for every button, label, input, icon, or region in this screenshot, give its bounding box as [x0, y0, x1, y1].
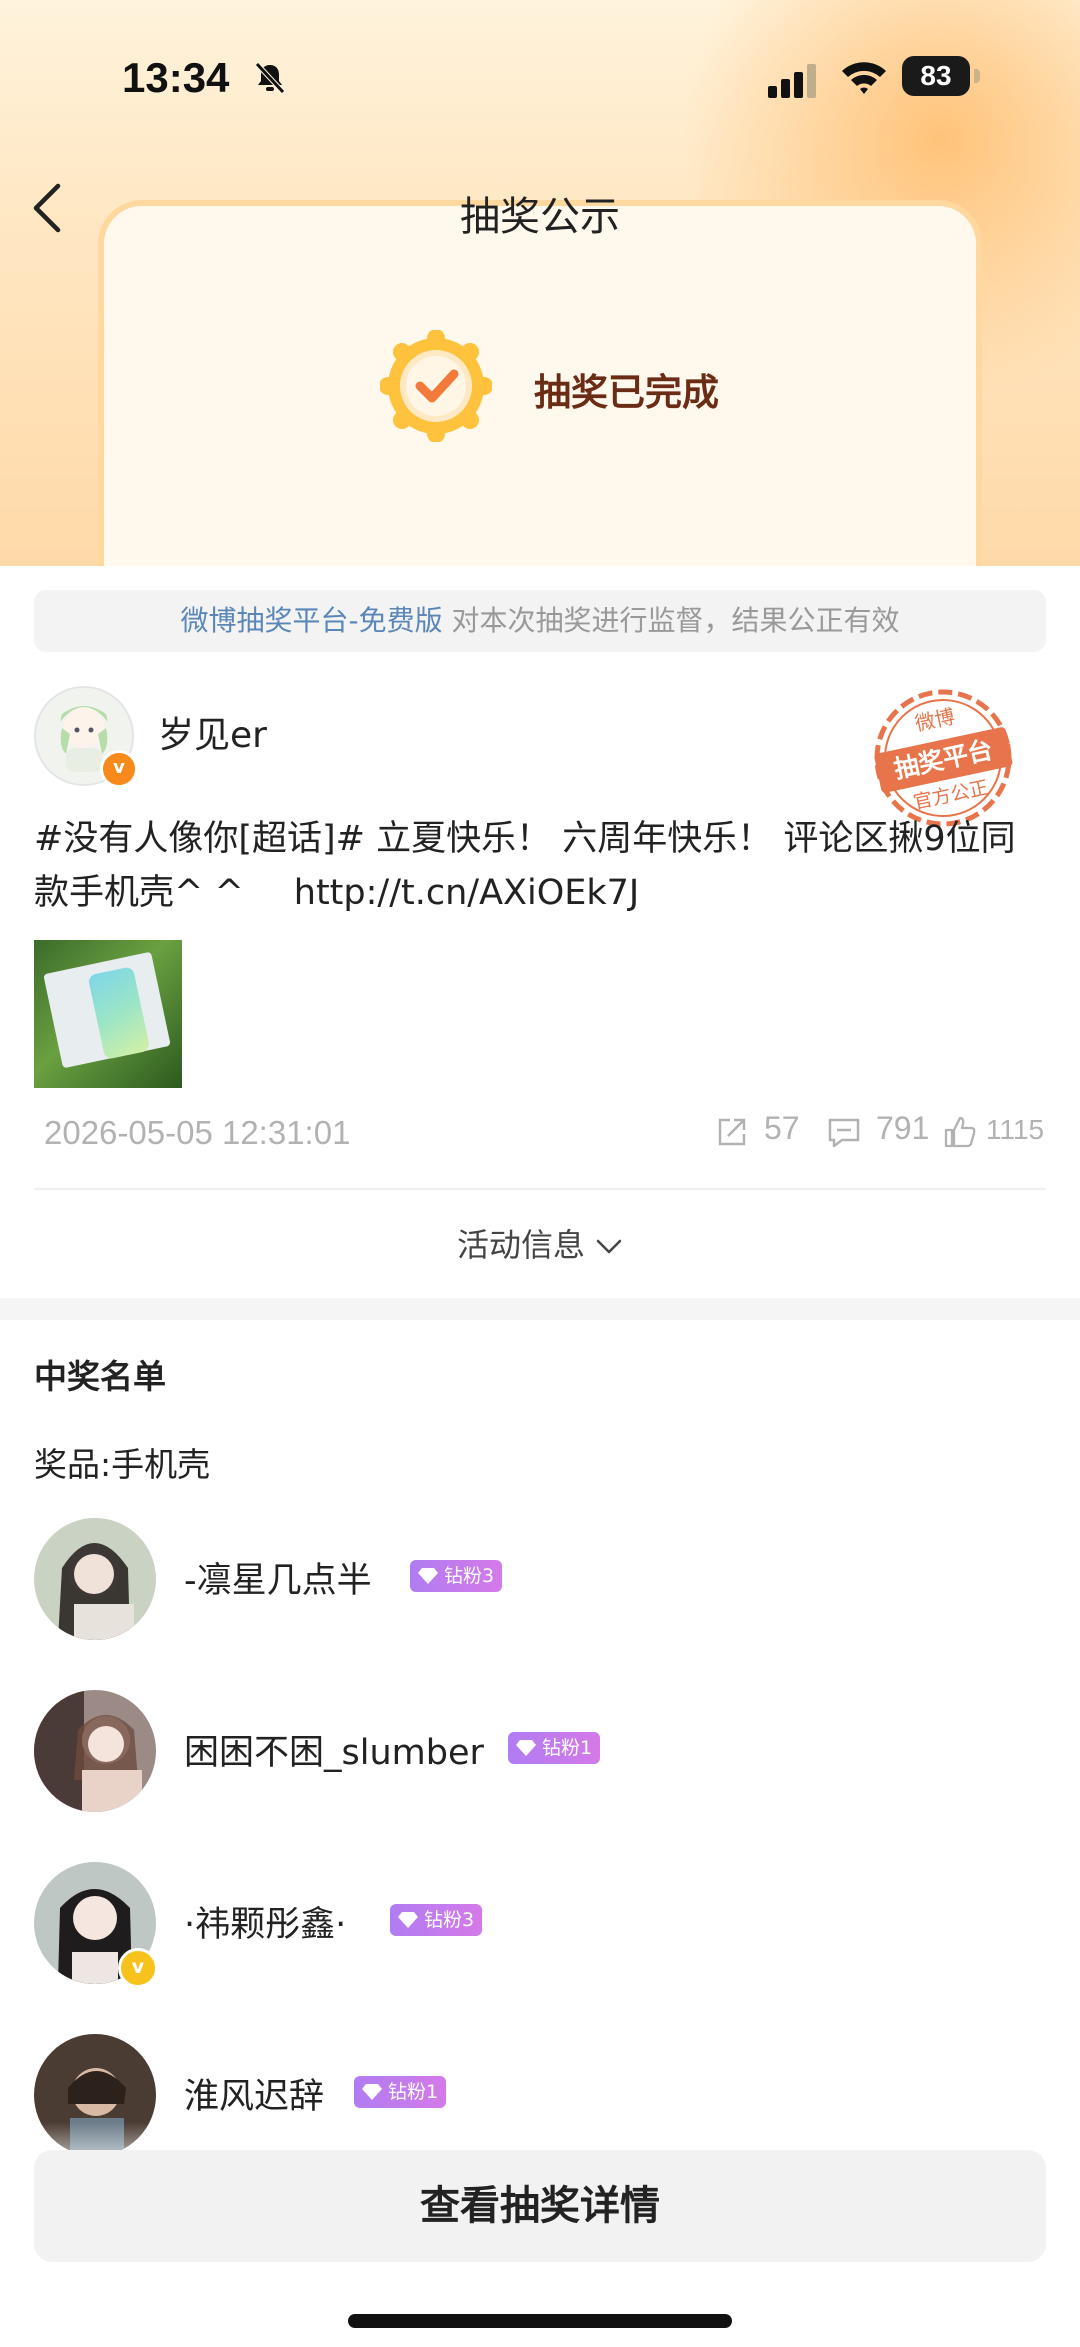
- like-count: 1115: [986, 1114, 1045, 1145]
- diamond-icon: [418, 1568, 438, 1584]
- winners-title: 中奖名单: [34, 1357, 166, 1396]
- cellular-signal-icon: [768, 64, 816, 98]
- verified-badge-icon: v: [100, 750, 138, 788]
- comment-icon[interactable]: [826, 1114, 862, 1150]
- status-time: 13:34: [122, 54, 230, 101]
- fan-level-label: 钻粉1: [388, 2081, 439, 2103]
- share-icon[interactable]: [714, 1114, 750, 1150]
- fan-level-badge: 钻粉1: [508, 1732, 601, 1764]
- winner-avatar[interactable]: [34, 1690, 156, 1812]
- status-bar: 13:34 83: [0, 40, 1080, 120]
- wifi-icon: [842, 62, 886, 94]
- winner-avatar[interactable]: [34, 1518, 156, 1640]
- winner-name[interactable]: 淮风迟辞: [184, 2068, 324, 2119]
- winner-name[interactable]: ·祎颗彤鑫·: [184, 1896, 346, 1947]
- winner-row[interactable]: v ·祎颗彤鑫· 钻粉3: [0, 1862, 1080, 1988]
- chevron-down-icon: [596, 1239, 622, 1254]
- winner-name[interactable]: -凛星几点半: [184, 1552, 372, 1603]
- diamond-icon: [398, 1912, 418, 1928]
- battery-cap: [974, 69, 980, 83]
- post-image-thumbnail[interactable]: [34, 940, 182, 1088]
- verified-badge-icon: v: [118, 1948, 158, 1988]
- share-count: 57: [764, 1110, 800, 1146]
- comment-count: 791: [876, 1110, 930, 1146]
- battery-level: 83: [902, 56, 970, 96]
- fan-level-label: 钻粉3: [444, 1565, 495, 1587]
- page-title: 抽奖公示: [460, 194, 620, 240]
- platform-notice: 微博抽奖平台-免费版 对本次抽奖进行监督，结果公正有效: [34, 590, 1046, 652]
- post-text-line2: 款手机壳^ ^ http://t.cn/AXiOEk7J: [34, 866, 1050, 920]
- post-text-main: 款手机壳^ ^: [34, 873, 244, 913]
- fan-level-label: 钻粉1: [542, 1737, 593, 1759]
- view-lottery-details-button[interactable]: 查看抽奖详情: [34, 2150, 1046, 2262]
- prize-label: 奖品:手机壳: [34, 1445, 211, 1484]
- checkmark-medal-icon: [380, 330, 492, 442]
- stamp-line1: 微博: [913, 704, 957, 736]
- section-gap: [0, 1298, 1080, 1320]
- post-text-line1: #没有人像你[超话]# 立夏快乐！ 六周年快乐！ 评论区揪9位同: [34, 819, 1016, 859]
- winner-row[interactable]: 困困不困_slumber 钻粉1: [0, 1690, 1080, 1816]
- fan-level-label: 钻粉3: [424, 1909, 475, 1931]
- content-sheet: 微博抽奖平台-免费版 对本次抽奖进行监督，结果公正有效 v 岁见er 微博 抽奖…: [0, 566, 1080, 2347]
- diamond-icon: [362, 2084, 382, 2100]
- home-indicator[interactable]: [348, 2314, 732, 2328]
- nav-bar: 抽奖公示: [0, 170, 1080, 246]
- post-link[interactable]: http://t.cn/AXiOEk7J: [294, 873, 639, 913]
- winner-row[interactable]: -凛星几点半 钻粉3: [0, 1518, 1080, 1644]
- fan-level-badge: 钻粉3: [410, 1560, 503, 1592]
- notice-text: 对本次抽奖进行监督，结果公正有效: [442, 604, 900, 637]
- post-timestamp: 2026-05-05 12:31:01: [44, 1114, 351, 1151]
- fan-level-badge: 钻粉1: [354, 2076, 447, 2108]
- winner-name[interactable]: 困困不困_slumber: [184, 1724, 484, 1775]
- lottery-complete-label: 抽奖已完成: [534, 371, 719, 414]
- activity-info-label: 活动信息: [456, 1226, 585, 1264]
- mute-bell-icon: [255, 62, 285, 94]
- platform-name[interactable]: 微博抽奖平台-免费版: [180, 604, 442, 637]
- like-thumb-icon[interactable]: [942, 1114, 978, 1150]
- diamond-icon: [516, 1740, 536, 1756]
- post-text: #没有人像你[超话]# 立夏快乐！ 六周年快乐！ 评论区揪9位同 款手机壳^ ^…: [34, 812, 1050, 920]
- battery-indicator: 83: [902, 56, 982, 98]
- activity-info-toggle[interactable]: 活动信息: [0, 1220, 1080, 1266]
- fan-level-badge: 钻粉3: [390, 1904, 483, 1936]
- author-name[interactable]: 岁见er: [158, 706, 267, 758]
- divider: [34, 1188, 1046, 1190]
